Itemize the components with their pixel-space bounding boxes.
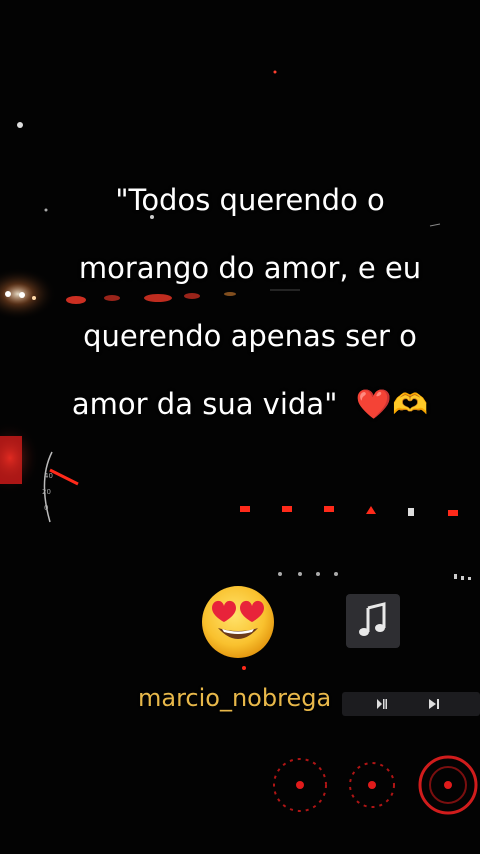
quote-line-4: amor da sua vida" ❤️🫶: [40, 370, 460, 438]
player-controls: [342, 692, 480, 716]
svg-text:20: 20: [42, 488, 51, 496]
quote-line-3: querendo apenas ser o: [83, 319, 417, 353]
svg-text:0: 0: [44, 504, 48, 512]
quote-line-4-text: amor da sua vida": [71, 387, 338, 421]
media-player: [338, 594, 480, 720]
quote-line-2: morango do amor, e eu: [78, 251, 422, 285]
username-watermark: marcio_nobrega: [138, 684, 332, 712]
heart-emojis: ❤️🫶: [355, 387, 429, 421]
heart-eyes-emoji: [202, 586, 274, 658]
skip-next-icon[interactable]: [428, 698, 440, 710]
play-pause-icon[interactable]: [376, 698, 388, 710]
quote-text: "Todos querendo o morango do amor, e eu …: [40, 166, 460, 438]
quote-line-1: "Todos querendo o: [115, 183, 385, 217]
music-note-icon: [359, 602, 386, 636]
svg-text:40: 40: [44, 472, 53, 480]
album-art: [346, 594, 400, 648]
